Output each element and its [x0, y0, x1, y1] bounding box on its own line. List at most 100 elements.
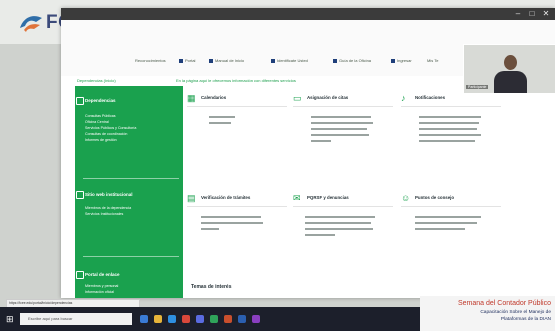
service-card-consejo[interactable]: ☺ Puntos de consejo	[401, 194, 501, 264]
chrome-icon[interactable]	[182, 315, 190, 323]
card-text	[311, 140, 331, 142]
card-text	[311, 128, 367, 130]
seminar-banner: Semana del Contador Público Capacitación…	[420, 296, 555, 331]
breadcrumb[interactable]: Dependencias (Inicio)	[77, 78, 116, 83]
nav-link[interactable]: Mis Te	[427, 58, 438, 66]
sidebar-divider	[83, 178, 179, 179]
card-title: Notificaciones	[415, 95, 446, 100]
card-divider	[187, 206, 287, 207]
nav-link-label: Portal	[185, 58, 196, 63]
screen: FCEE – □ ✕ Reconocimientos Portal Manual…	[0, 0, 555, 331]
nav-link-label: Mis Te	[427, 58, 439, 63]
sidebar-item[interactable]: Miembros de la dependencia	[85, 206, 131, 210]
card-text	[419, 122, 479, 124]
bell-icon: ♪	[401, 93, 406, 103]
card-text	[415, 216, 481, 218]
close-icon[interactable]: ✕	[541, 9, 551, 19]
card-title: PQRSF y denuncias	[307, 195, 349, 200]
sidebar-item[interactable]: Información oficial	[85, 290, 114, 294]
nav-link[interactable]: Portal	[179, 58, 195, 66]
document-icon: ▤	[187, 193, 196, 203]
sidebar: Dependencias Consultas Públicas Oficina …	[75, 86, 183, 298]
card-text	[419, 134, 481, 136]
card-text	[201, 222, 263, 224]
card-divider	[293, 206, 393, 207]
card-text	[201, 216, 261, 218]
nav-link[interactable]: Guía de la Oficina	[333, 58, 371, 66]
nav-link-label: Reconocimientos	[135, 58, 166, 63]
card-text	[209, 116, 235, 118]
sidebar-item[interactable]: Consultas Públicas	[85, 114, 116, 118]
browser-titlebar: – □ ✕	[61, 8, 555, 20]
banner-subtitle: Plataformas de la DIAN	[500, 317, 551, 322]
card-text	[305, 228, 373, 230]
sidebar-heading-label: Dependencias	[85, 98, 116, 103]
service-card-notificaciones[interactable]: ♪ Notificaciones	[401, 94, 501, 164]
nav-link-label: Guía de la Oficina	[339, 58, 372, 63]
card-title: Asignación de citas	[307, 95, 349, 100]
teams-icon[interactable]	[196, 315, 204, 323]
card-text	[311, 122, 373, 124]
service-card-citas[interactable]: ▭ Asignación de citas	[293, 94, 393, 164]
calendar-icon: ▦	[187, 93, 196, 103]
file-explorer-icon[interactable]	[154, 315, 162, 323]
nav-link-label: Identificate Usted	[277, 58, 308, 63]
building-icon	[76, 97, 84, 105]
card-text	[305, 234, 335, 236]
card-divider	[401, 106, 501, 107]
sidebar-heading[interactable]: Portal de enlace	[76, 271, 120, 279]
service-card-verificacion[interactable]: ▤ Verificación de trámites	[187, 194, 287, 264]
fcee-logo-icon	[20, 16, 42, 32]
task-view-icon[interactable]	[140, 315, 148, 323]
card-text	[311, 134, 369, 136]
participant-face	[504, 55, 517, 70]
word-icon[interactable]	[238, 315, 246, 323]
nav-link[interactable]: Manual de Inicio	[209, 58, 244, 66]
person-icon: ☺	[401, 193, 411, 203]
participant-body	[494, 71, 527, 93]
minimize-icon[interactable]: –	[513, 9, 523, 19]
monitor-icon: ▭	[293, 93, 302, 103]
nav-link[interactable]: Reconocimientos	[135, 58, 166, 66]
card-text	[415, 228, 465, 230]
sidebar-item[interactable]: Servicios Institucionales	[85, 212, 123, 216]
card-title: Calendarios	[201, 95, 227, 100]
globe-icon	[76, 191, 84, 199]
windows-start-icon[interactable]: ⊞	[6, 315, 14, 324]
home-icon	[179, 58, 183, 63]
nav-link[interactable]: Identificate Usted	[271, 58, 308, 66]
sidebar-heading[interactable]: Sitio web institucional	[76, 191, 133, 199]
banner-subtitle: Capacitación Sobre el Manejo de	[480, 310, 551, 315]
powerpoint-icon[interactable]	[224, 315, 232, 323]
service-card-calendarios[interactable]: ▦ Calendarios	[187, 94, 287, 164]
participant-name: Participante	[466, 85, 489, 89]
excel-icon[interactable]	[210, 315, 218, 323]
book-icon	[209, 58, 213, 63]
card-divider	[401, 206, 501, 207]
maximize-icon[interactable]: □	[527, 9, 537, 19]
app-icon[interactable]	[252, 315, 260, 323]
edge-icon[interactable]	[168, 315, 176, 323]
service-card-pqrsf[interactable]: ✉ PQRSF y denuncias	[293, 194, 393, 264]
nav-link-label: Ingresar	[397, 58, 412, 63]
sidebar-item[interactable]: Informes de gestión	[85, 138, 117, 142]
card-text	[419, 140, 475, 142]
taskbar-search-input[interactable]: Escribe aquí para buscar	[20, 313, 132, 325]
message-icon: ✉	[293, 193, 301, 203]
sidebar-item[interactable]: Oficina Central	[85, 120, 109, 124]
card-text	[419, 128, 477, 130]
map-icon	[333, 58, 337, 63]
sidebar-heading-label: Portal de enlace	[85, 272, 120, 277]
card-text	[419, 116, 481, 118]
sidebar-item[interactable]: Consultas de coordinación	[85, 132, 127, 136]
card-text	[311, 116, 371, 118]
video-participant-tile[interactable]: Participante	[463, 44, 555, 94]
nav-link[interactable]: Ingresar	[391, 58, 412, 66]
sidebar-heading[interactable]: Dependencias	[76, 97, 116, 105]
sidebar-item[interactable]: Miembros y personal	[85, 284, 118, 288]
section-title: Temas de interés	[191, 284, 232, 290]
sidebar-heading-label: Sitio web institucional	[85, 192, 133, 197]
sidebar-item[interactable]: Servicios Públicos y Consultoría	[85, 126, 136, 130]
page-subtitle: En la página aquí le ofrecemos informaci…	[176, 78, 296, 83]
card-title: Verificación de trámites	[201, 195, 251, 200]
